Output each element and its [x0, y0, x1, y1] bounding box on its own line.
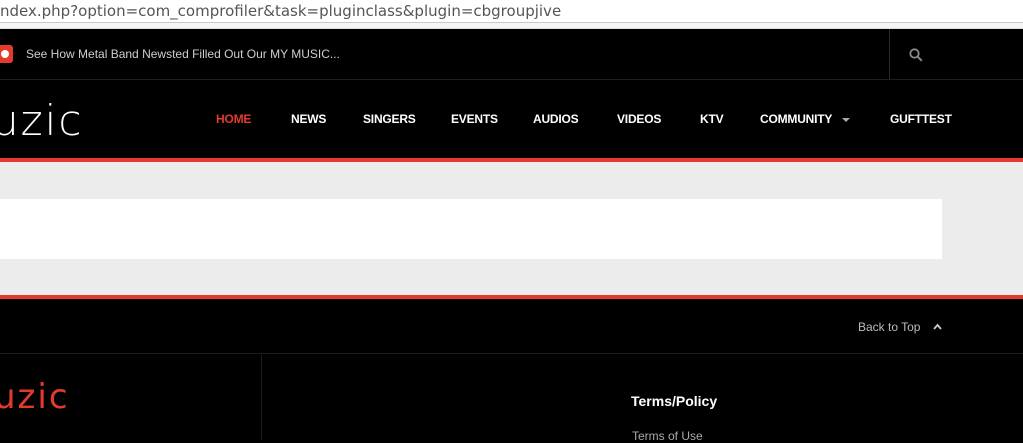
- main-content: [0, 162, 1023, 295]
- footer-top-bar: Back to Top: [0, 299, 1023, 354]
- chevron-down-icon[interactable]: [842, 118, 850, 122]
- nav-item-home[interactable]: HOME: [216, 112, 251, 126]
- nav-item-gufttest[interactable]: GUFTTEST: [890, 112, 952, 126]
- ticker-badge-icon: [0, 45, 13, 63]
- nav-item-videos[interactable]: VIDEOS: [617, 112, 661, 126]
- nav-item-singers[interactable]: SINGERS: [363, 112, 416, 126]
- nav-item-ktv[interactable]: KTV: [700, 112, 724, 126]
- top-bar: See How Metal Band Newsted Filled Out Ou…: [0, 29, 1023, 80]
- ticker-headline-link[interactable]: See How Metal Band Newsted Filled Out Ou…: [26, 47, 340, 61]
- nav-item-events[interactable]: EVENTS: [451, 112, 498, 126]
- nav-item-news[interactable]: NEWS: [291, 112, 326, 126]
- footer-divider: [261, 355, 262, 440]
- footer-link-terms-of-use[interactable]: Terms of Use: [632, 429, 703, 443]
- footer-heading-terms-policy: Terms/Policy: [631, 393, 718, 409]
- site-logo[interactable]: uzic: [0, 96, 83, 145]
- main-navbar: uzic HOME NEWS SINGERS EVENTS AUDIOS VID…: [0, 80, 1023, 158]
- nav-item-audios[interactable]: AUDIOS: [533, 112, 579, 126]
- chevron-up-icon[interactable]: [933, 323, 942, 330]
- search-icon: [909, 48, 923, 62]
- content-panel: [0, 199, 942, 259]
- search-button[interactable]: [889, 29, 1023, 79]
- address-bar[interactable]: ndex.php?option=com_comprofiler&task=plu…: [0, 0, 1023, 23]
- back-to-top-link[interactable]: Back to Top: [858, 320, 920, 334]
- footer-logo[interactable]: uzic: [0, 377, 70, 417]
- footer-main: uzic Terms/Policy Terms of Use: [0, 355, 1023, 443]
- nav-item-community[interactable]: COMMUNITY: [760, 112, 832, 126]
- address-bar-url: ndex.php?option=com_comprofiler&task=plu…: [0, 2, 562, 20]
